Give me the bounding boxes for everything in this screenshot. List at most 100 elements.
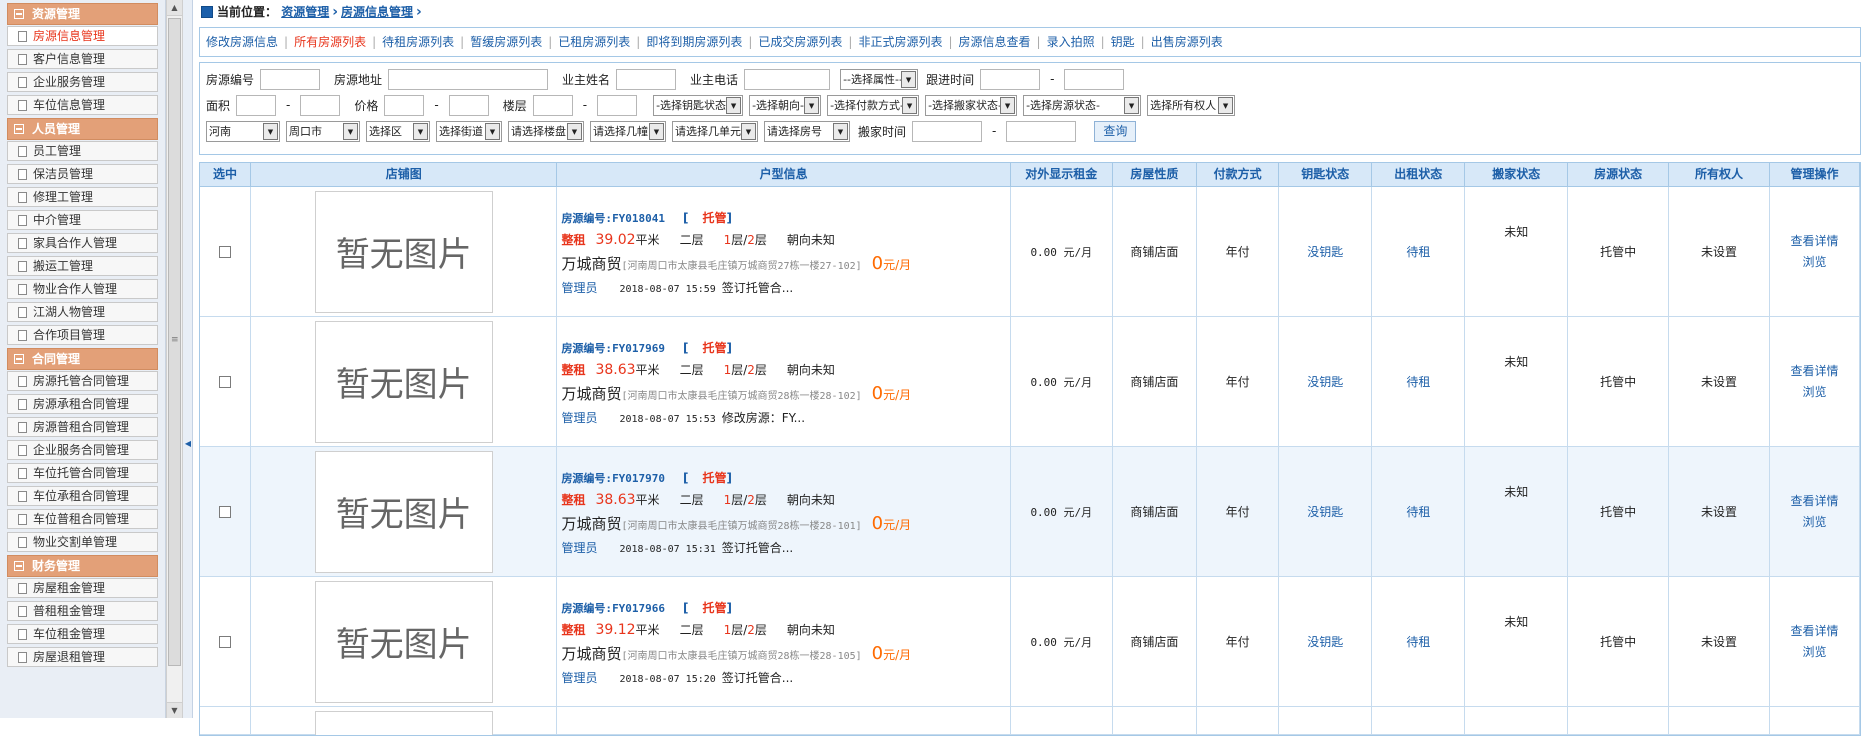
sidebar-item[interactable]: 房源托管合同管理 (7, 371, 158, 391)
sidebar-item[interactable]: 车位租金管理 (7, 624, 158, 644)
search-button[interactable]: 查询 (1094, 120, 1137, 142)
sidebar-item[interactable]: 搬运工管理 (7, 256, 158, 276)
address-input[interactable] (388, 68, 549, 90)
scroll-down-arrow-icon[interactable]: ▼ (167, 702, 182, 718)
tab-item[interactable]: 出售房源列表 (1151, 35, 1223, 49)
manager-link[interactable]: 管理员 (561, 281, 597, 295)
sidebar-item[interactable]: 房源普租合同管理 (7, 417, 158, 437)
rent-status-link[interactable]: 待租 (1406, 243, 1430, 260)
sidebar-item[interactable]: 修理工管理 (7, 187, 158, 207)
unit-code[interactable]: FY017970 (612, 472, 665, 485)
followup-start-input[interactable] (980, 68, 1041, 90)
collapse-left-arrow-icon[interactable]: ◀ (183, 436, 193, 452)
unit-code-label[interactable]: 房源编号: (561, 472, 612, 485)
row-checkbox[interactable] (218, 245, 231, 258)
unit-code-label[interactable]: 房源编号: (561, 212, 612, 225)
tab-item[interactable]: 钥匙 (1111, 35, 1135, 49)
unit-code-label[interactable]: 房源编号: (561, 602, 612, 615)
price-min-input[interactable] (384, 94, 425, 116)
sidebar-group-header[interactable]: 财务管理 (7, 555, 158, 577)
tab-item[interactable]: 非正式房源列表 (858, 35, 942, 49)
orientation-select[interactable]: -选择朝向- ▼ (749, 94, 822, 116)
tab-item[interactable]: 待租房源列表 (382, 35, 454, 49)
sidebar-item[interactable]: 房屋退租管理 (7, 647, 158, 667)
province-select[interactable]: 河南 ▼ (206, 120, 280, 142)
view-details-link[interactable]: 查看详情 (1790, 491, 1838, 512)
sidebar-group-header[interactable]: 合同管理 (7, 348, 158, 370)
key-status-link[interactable]: 没钥匙 (1307, 503, 1343, 520)
scroll-up-arrow-icon[interactable]: ▲ (167, 0, 182, 16)
rent-status-link[interactable]: 待租 (1406, 373, 1430, 390)
sidebar-item[interactable]: 房源信息管理 (7, 26, 158, 46)
sidebar-item[interactable]: 房源承租合同管理 (7, 394, 158, 414)
key-status-link[interactable]: 没钥匙 (1307, 243, 1343, 260)
tab-item[interactable]: 暂缓房源列表 (470, 35, 542, 49)
city-select[interactable]: 周口市 ▼ (286, 120, 360, 142)
no-image-placeholder[interactable]: 暂无图片 (314, 320, 493, 443)
view-details-link[interactable]: 查看详情 (1790, 621, 1838, 642)
rent-status-link[interactable]: 待租 (1406, 633, 1430, 650)
room-select[interactable]: 请选择房号 ▼ (764, 120, 850, 142)
sidebar-item[interactable]: 保洁员管理 (7, 164, 158, 184)
sidebar-group-header[interactable]: 人员管理 (7, 118, 158, 140)
sidebar-item[interactable]: 家具合作人管理 (7, 233, 158, 253)
building-select[interactable]: 请选择楼盘 ▼ (508, 120, 584, 142)
sidebar-item[interactable]: 普租租金管理 (7, 601, 158, 621)
unit-code[interactable]: FY017966 (612, 602, 665, 615)
browse-link[interactable]: 浏览 (1802, 642, 1826, 663)
unit-select[interactable]: 请选择几单元 ▼ (672, 120, 758, 142)
sidebar-item[interactable]: 车位托管合同管理 (7, 463, 158, 483)
sidebar-collapse-bar[interactable]: ◀ (183, 0, 193, 718)
price-max-input[interactable] (448, 94, 489, 116)
unit-code[interactable]: FY018041 (612, 212, 665, 225)
browse-link[interactable]: 浏览 (1802, 512, 1826, 533)
tab-item[interactable]: 房源信息查看 (959, 35, 1031, 49)
owner-name-input[interactable] (616, 68, 677, 90)
sidebar-item[interactable]: 企业服务合同管理 (7, 440, 158, 460)
key-status-link[interactable]: 没钥匙 (1307, 633, 1343, 650)
manager-link[interactable]: 管理员 (561, 671, 597, 685)
browse-link[interactable]: 浏览 (1802, 252, 1826, 273)
move-time-start-input[interactable] (912, 120, 983, 142)
unit-code-label[interactable]: 房源编号: (561, 342, 612, 355)
key-status-link[interactable]: 没钥匙 (1307, 373, 1343, 390)
sidebar-item[interactable]: 房屋租金管理 (7, 578, 158, 598)
sidebar-item[interactable]: 物业交割单管理 (7, 532, 158, 552)
floor-min-input[interactable] (532, 94, 573, 116)
tab-item[interactable]: 修改房源信息 (206, 35, 278, 49)
street-select[interactable]: 选择街道 ▼ (436, 120, 502, 142)
rent-status-link[interactable]: 待租 (1406, 503, 1430, 520)
view-details-link[interactable]: 查看详情 (1790, 231, 1838, 252)
manager-link[interactable]: 管理员 (561, 411, 597, 425)
sidebar-group-header[interactable]: 资源管理 (7, 3, 158, 25)
block-select[interactable]: 请选择几幢 ▼ (590, 120, 666, 142)
sidebar-item[interactable]: 员工管理 (7, 141, 158, 161)
tab-item[interactable]: 所有房源列表 (294, 35, 366, 49)
sidebar-scrollbar[interactable]: ▲ ▼ (166, 0, 183, 718)
row-checkbox[interactable] (218, 505, 231, 518)
floor-max-input[interactable] (597, 94, 638, 116)
move-time-end-input[interactable] (1006, 120, 1077, 142)
sidebar-item[interactable]: 车位普租合同管理 (7, 509, 158, 529)
manager-link[interactable]: 管理员 (561, 541, 597, 555)
scroll-thumb[interactable] (168, 18, 181, 666)
sidebar-item[interactable]: 车位承租合同管理 (7, 486, 158, 506)
owner-phone-input[interactable] (744, 68, 831, 90)
sidebar-item[interactable]: 合作项目管理 (7, 325, 158, 345)
sidebar-item[interactable]: 车位信息管理 (7, 95, 158, 115)
no-image-placeholder[interactable]: 暂无图片 (314, 580, 493, 703)
moving-status-select[interactable]: -选择搬家状态- ▼ (925, 94, 1018, 116)
tab-item[interactable]: 已租房源列表 (558, 35, 630, 49)
sidebar-item[interactable]: 中介管理 (7, 210, 158, 230)
no-image-placeholder[interactable]: 暂无图片 (314, 190, 493, 313)
sidebar-item[interactable]: 企业服务管理 (7, 72, 158, 92)
breadcrumb-link-resource[interactable]: 资源管理 (281, 5, 329, 19)
tab-item[interactable]: 即将到期房源列表 (646, 35, 742, 49)
payment-select[interactable]: -选择付款方式- ▼ (827, 94, 920, 116)
area-min-input[interactable] (236, 94, 277, 116)
property-select[interactable]: --选择属性-- ▼ (840, 68, 919, 90)
tab-item[interactable]: 已成交房源列表 (758, 35, 842, 49)
code-input[interactable] (260, 68, 321, 90)
followup-end-input[interactable] (1064, 68, 1125, 90)
sidebar-item[interactable]: 客户信息管理 (7, 49, 158, 69)
